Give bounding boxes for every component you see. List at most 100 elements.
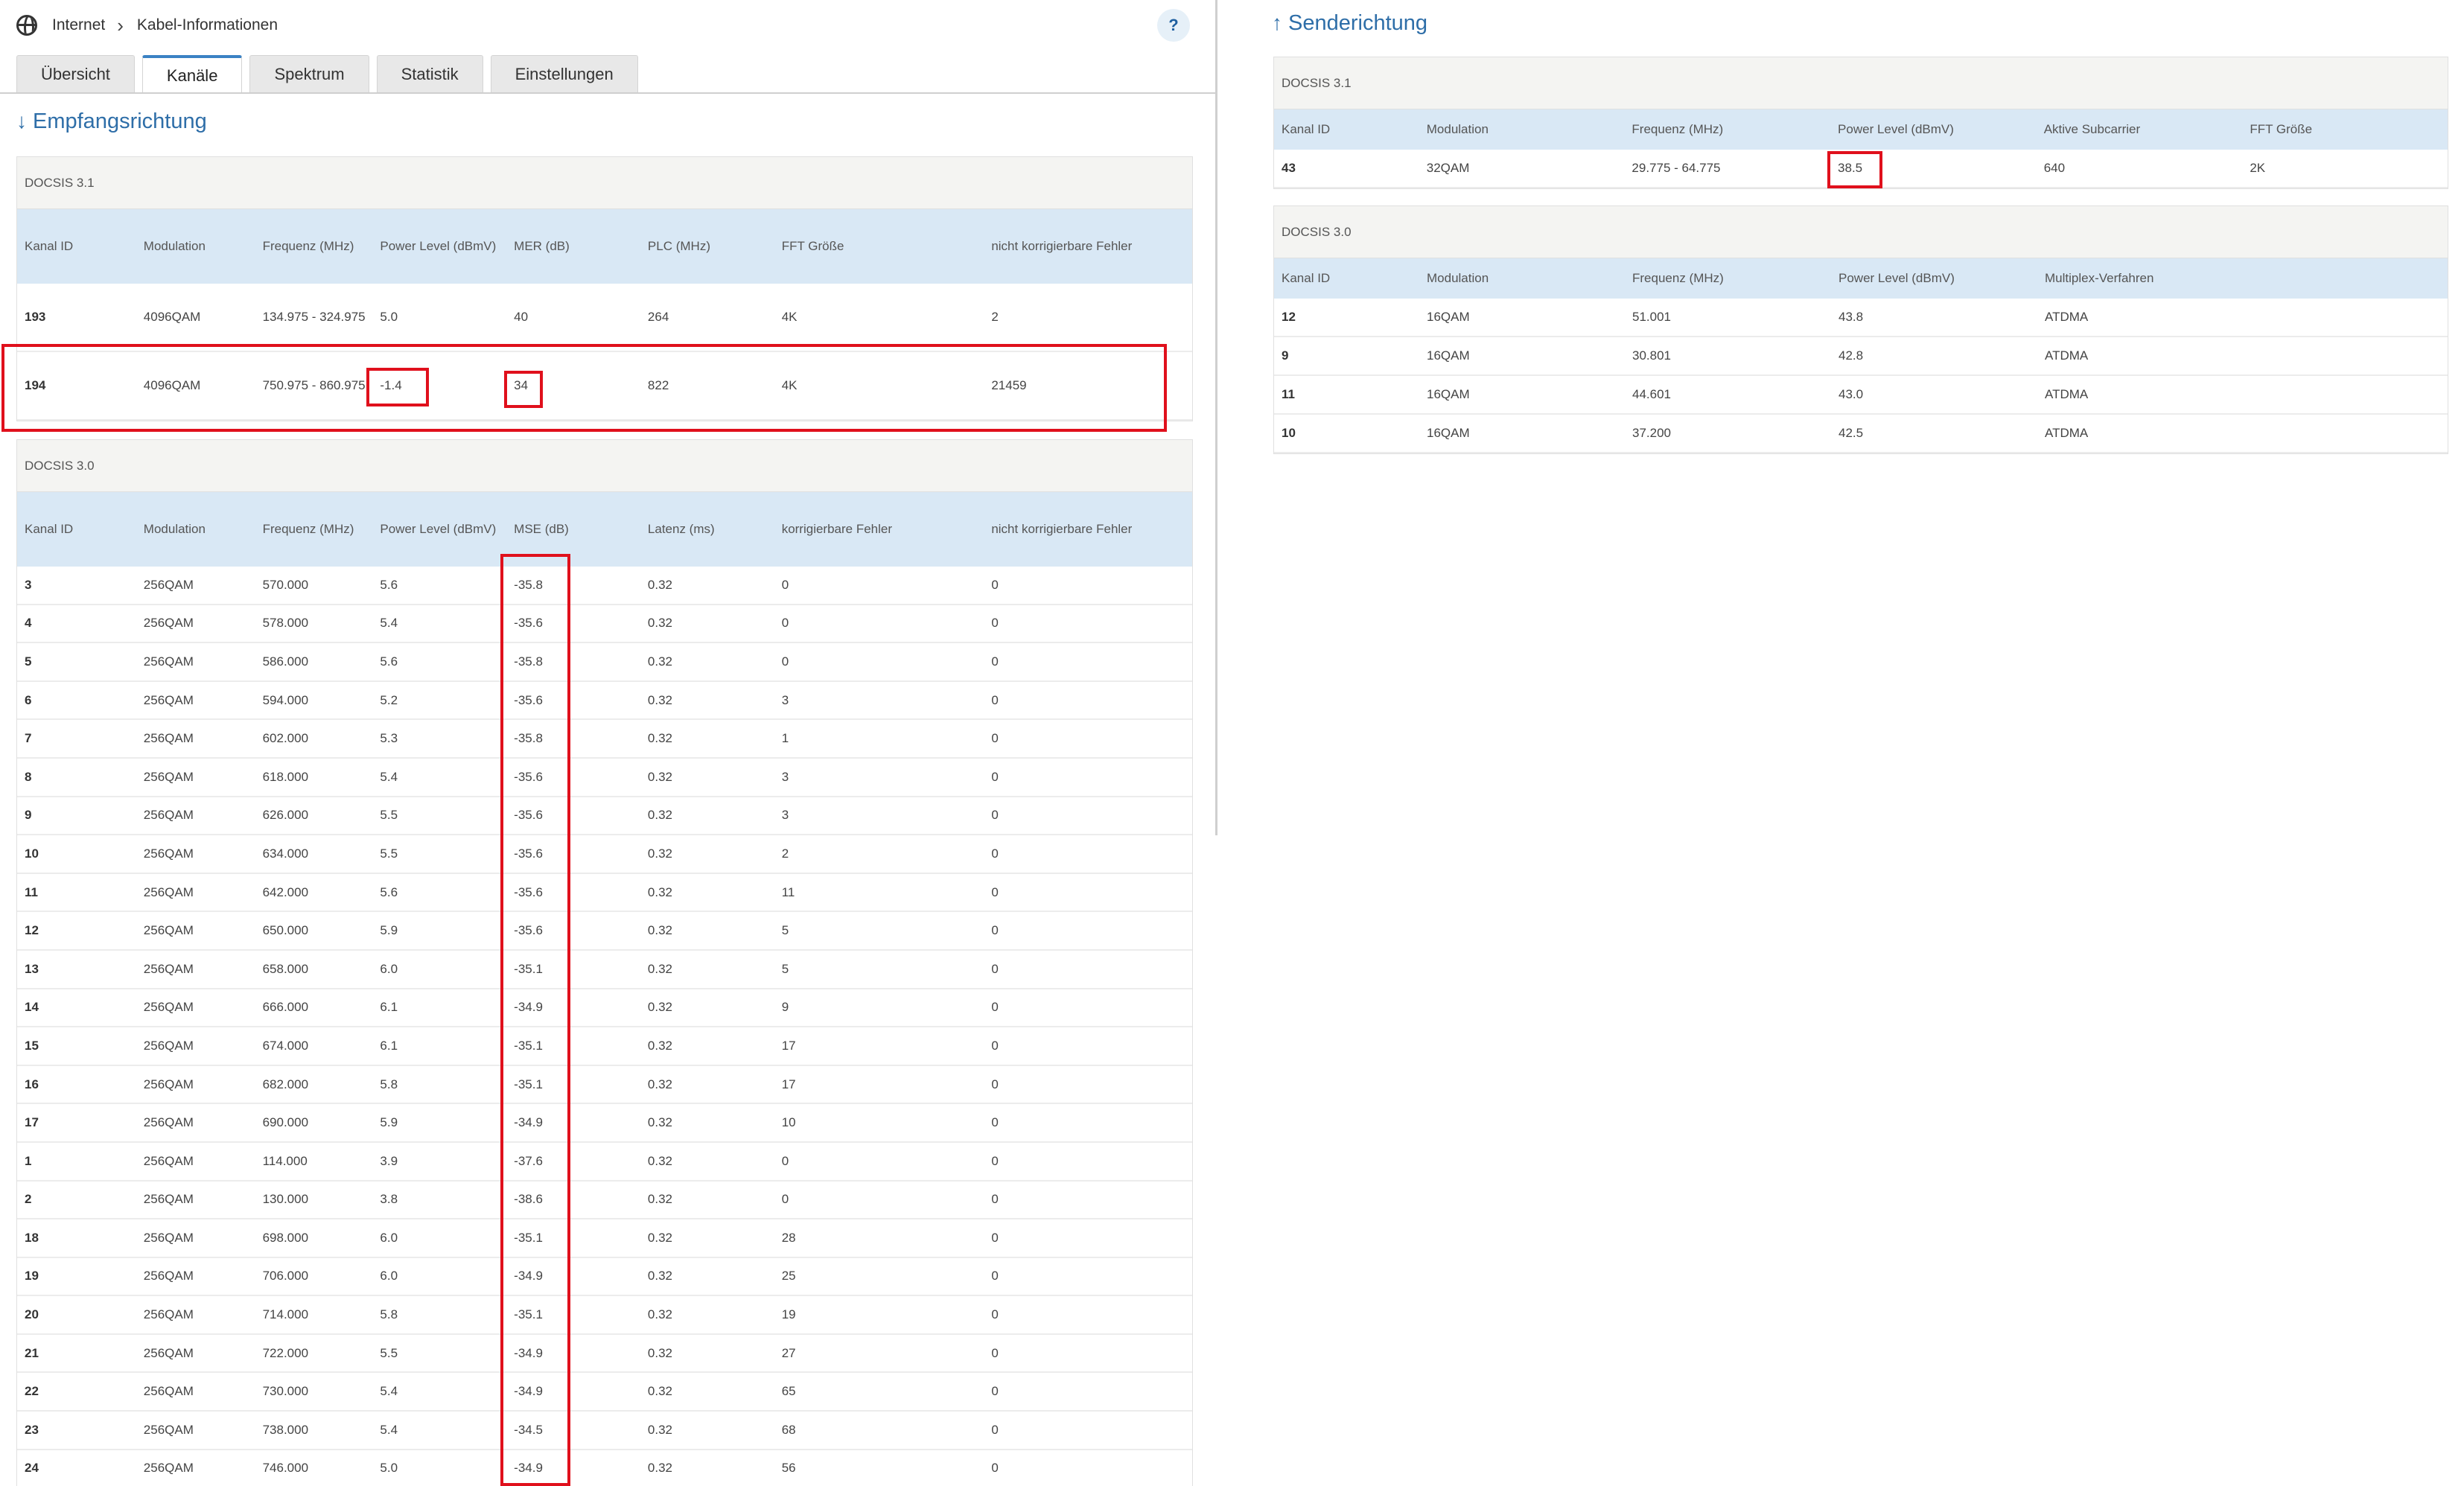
highlight-upstream-power — [1827, 151, 1882, 188]
tab-einstellungen[interactable]: Einstellungen — [490, 55, 638, 92]
cell-frequenz: 738.000 — [262, 1422, 309, 1437]
cell-korrigierbar: 0 — [781, 577, 789, 592]
cell-kanal-id: 7 — [25, 731, 32, 746]
cell-kanal-id: 43 — [1282, 161, 1296, 175]
column-header: Power Level (dBmV) — [380, 522, 497, 536]
cell-kanal-id: 20 — [25, 1307, 39, 1322]
upstream-title: ↑ Senderichtung — [1272, 7, 1427, 39]
cell-modulation: 256QAM — [143, 923, 194, 938]
cell-frequenz: 666.000 — [262, 1000, 309, 1015]
cell-nicht-korrigierbar: 0 — [991, 1000, 999, 1015]
breadcrumb-kabel-informationen: Kabel-Informationen — [136, 16, 278, 34]
table-caption: DOCSIS 3.1 — [17, 157, 1192, 209]
column-header: FFT Größe — [781, 239, 844, 253]
cell-latenz: 0.32 — [647, 1422, 673, 1437]
tab-divider — [0, 92, 1215, 94]
cell-power-level: 5.0 — [380, 1461, 398, 1476]
cell-korrigierbar: 3 — [781, 769, 789, 784]
cell-modulation: 16QAM — [1427, 348, 1470, 363]
tab-spektrum[interactable]: Spektrum — [249, 55, 369, 92]
cell-frequenz: 698.000 — [262, 1230, 309, 1245]
cell-korrigierbar: 0 — [781, 1153, 789, 1168]
column-header: nicht korrigierbare Fehler — [991, 522, 1133, 536]
cell-latenz: 0.32 — [647, 577, 673, 592]
table-row: 18 256QAM 698.000 6.0 -35.1 0.32 28 0 — [17, 1219, 1192, 1258]
cell-modulation: 256QAM — [143, 731, 194, 746]
column-header: nicht korrigierbare Fehler — [991, 239, 1133, 253]
cell-power-level: 6.1 — [380, 1000, 398, 1015]
cell-korrigierbar: 17 — [781, 1077, 796, 1091]
tab-uebersicht[interactable]: Übersicht — [16, 55, 135, 92]
cell-fft: 2K — [2250, 161, 2266, 175]
column-header: Power Level (dBmV) — [380, 239, 497, 253]
cell-latenz: 0.32 — [647, 692, 673, 707]
cell-power-level: 5.4 — [380, 1384, 398, 1399]
cell-latenz: 0.32 — [647, 1269, 673, 1283]
cell-frequenz: 586.000 — [262, 654, 309, 669]
breadcrumb-internet[interactable]: Internet — [52, 16, 105, 34]
column-header: Power Level (dBmV) — [1838, 122, 1954, 136]
highlight-mer — [504, 371, 543, 408]
column-header: Frequenz (MHz) — [262, 239, 354, 253]
column-header: FFT Größe — [2250, 122, 2313, 136]
column-header: Latenz (ms) — [647, 522, 715, 536]
cell-multiplex: ATDMA — [2045, 426, 2089, 440]
table-row: 17 256QAM 690.000 5.9 -34.9 0.32 10 0 — [17, 1104, 1192, 1143]
downstream-title: ↓ Empfangsrichtung — [16, 106, 207, 137]
cell-power-level: 5.5 — [380, 846, 398, 861]
cell-modulation: 256QAM — [143, 1345, 194, 1360]
cell-nicht-korrigierbar: 0 — [991, 846, 999, 861]
cell-power-level: 5.6 — [380, 884, 398, 899]
table-row: 22 256QAM 730.000 5.4 -34.9 0.32 65 0 — [17, 1373, 1192, 1412]
cell-latenz: 0.32 — [647, 1307, 673, 1322]
cell-korrigierbar: 1 — [781, 731, 789, 746]
tab-kanaele[interactable]: Kanäle — [141, 55, 243, 94]
table-row: 21 256QAM 722.000 5.5 -34.9 0.32 27 0 — [17, 1335, 1192, 1374]
table-row: 8 256QAM 618.000 5.4 -35.6 0.32 3 0 — [17, 759, 1192, 797]
column-header: Aktive Subcarrier — [2043, 122, 2141, 136]
cell-power-level: 5.4 — [380, 616, 398, 631]
table-row: 4 256QAM 578.000 5.4 -35.6 0.32 0 0 — [17, 605, 1192, 644]
table-row: 16 256QAM 682.000 5.8 -35.1 0.32 17 0 — [17, 1066, 1192, 1105]
cell-power-level: 5.0 — [380, 310, 398, 324]
cell-power-level: 6.1 — [380, 1038, 398, 1053]
cell-power-level: 5.5 — [380, 1345, 398, 1360]
cell-korrigierbar: 11 — [781, 884, 795, 899]
arrow-up-icon: ↑ — [1272, 11, 1282, 34]
cell-modulation: 256QAM — [143, 769, 194, 784]
cell-plc: 264 — [647, 310, 669, 324]
table-header-row: Kanal ID Modulation Frequenz (MHz) Power… — [17, 209, 1192, 284]
cell-latenz: 0.32 — [647, 1038, 673, 1053]
cell-nicht-korrigierbar: 0 — [991, 1384, 999, 1399]
cell-korrigierbar: 25 — [781, 1269, 796, 1283]
cell-power-level: 3.9 — [380, 1153, 398, 1168]
upstream-title-text: Senderichtung — [1288, 10, 1428, 35]
cell-power-level: 5.4 — [380, 769, 398, 784]
column-header: Kanal ID — [1282, 271, 1331, 285]
column-header: MSE (dB) — [514, 522, 569, 536]
cell-frequenz: 134.975 - 324.975 — [262, 310, 366, 324]
cell-frequenz: 682.000 — [262, 1077, 309, 1091]
cell-kanal-id: 19 — [25, 1269, 39, 1283]
cell-power-level: 5.2 — [380, 692, 398, 707]
downstream-title-text: Empfangsrichtung — [33, 109, 207, 133]
table-row: 10 256QAM 634.000 5.5 -35.6 0.32 2 0 — [17, 835, 1192, 874]
cell-latenz: 0.32 — [647, 769, 673, 784]
cell-kanal-id: 17 — [25, 1115, 39, 1130]
table-row: 15 256QAM 674.000 6.1 -35.1 0.32 17 0 — [17, 1027, 1192, 1066]
cell-korrigierbar: 3 — [781, 692, 789, 707]
cell-latenz: 0.32 — [647, 1345, 673, 1360]
cell-power-level: 6.0 — [380, 961, 398, 976]
table-row: 3 256QAM 570.000 5.6 -35.8 0.32 0 0 — [17, 567, 1192, 605]
cell-frequenz: 650.000 — [262, 923, 309, 938]
cell-nicht-korrigierbar: 0 — [991, 1269, 999, 1283]
cell-nicht-korrigierbar: 0 — [991, 616, 999, 631]
cell-modulation: 256QAM — [143, 1153, 194, 1168]
help-button[interactable]: ? — [1157, 9, 1190, 42]
cell-power-level: 5.8 — [380, 1307, 398, 1322]
cell-latenz: 0.32 — [647, 1000, 673, 1015]
cell-modulation: 256QAM — [143, 1000, 194, 1015]
tab-statistik[interactable]: Statistik — [376, 55, 483, 92]
cell-kanal-id: 6 — [25, 692, 32, 707]
column-header: Modulation — [1426, 122, 1489, 136]
